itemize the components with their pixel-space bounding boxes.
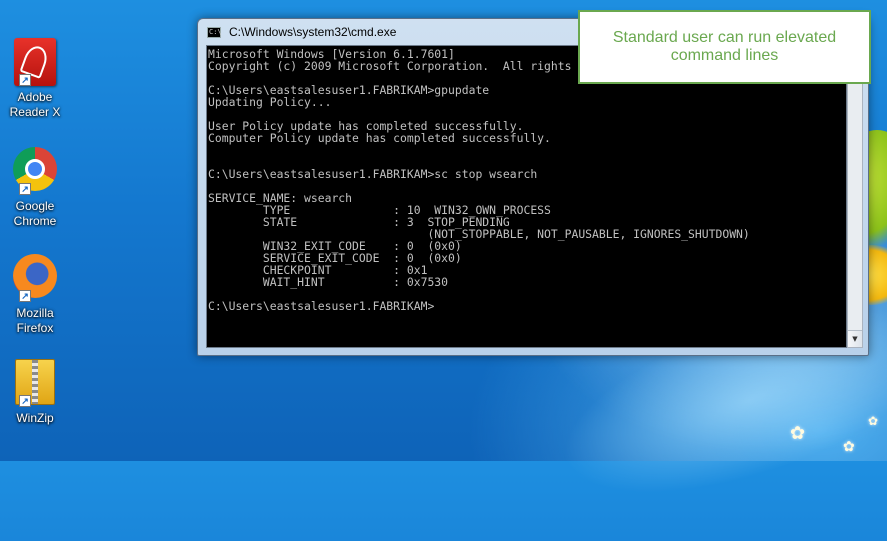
desktop-icon-mozilla-firefox[interactable]: ↗ Mozilla Firefox: [2, 252, 68, 336]
desktop-icon-adobe-reader[interactable]: ↗ Adobe Reader X: [2, 38, 68, 120]
wallpaper-flower: ✿: [790, 423, 806, 444]
console-line: WAIT_HINT : 0x7530: [262, 275, 449, 289]
vertical-scrollbar[interactable]: ▲ ▼: [847, 45, 863, 348]
desktop-icon-label: Firefox: [16, 321, 54, 335]
chrome-icon: ↗: [11, 147, 59, 195]
wallpaper-flower: ✿: [843, 439, 855, 455]
desktop-icon-label: Mozilla: [16, 306, 54, 320]
console-line: Computer Policy update has completed suc…: [208, 131, 551, 145]
callout-text-line1: Standard user can run elevated: [612, 29, 837, 46]
desktop-icon-label: Adobe: [17, 90, 53, 104]
desktop-icon-google-chrome[interactable]: ↗ Google Chrome: [2, 145, 68, 229]
console-line: C:\Users\eastsalesuser1.FABRIKAM>: [208, 299, 435, 313]
annotation-callout: Standard user can run elevated command l…: [578, 10, 871, 84]
shortcut-arrow-icon: ↗: [19, 183, 31, 195]
console-line: Updating Policy...: [208, 95, 332, 109]
wallpaper-flower: ✿: [868, 414, 879, 428]
desktop-icon-label: WinZip: [16, 411, 54, 425]
window-title: C:\Windows\system32\cmd.exe: [229, 25, 397, 39]
shortcut-arrow-icon: ↗: [19, 290, 31, 302]
winzip-icon: ↗: [11, 359, 59, 407]
firefox-icon: ↗: [11, 254, 59, 302]
cmd-icon[interactable]: C:\: [207, 27, 222, 38]
desktop-icon-winzip[interactable]: ↗ WinZip: [2, 359, 68, 426]
console-text: Microsoft Windows [Version 6.1.7601] Cop…: [207, 46, 846, 349]
shortcut-arrow-icon: ↗: [19, 395, 31, 407]
console-line: C:\Users\eastsalesuser1.FABRIKAM>sc stop…: [208, 167, 538, 181]
adobe-reader-icon: ↗: [11, 38, 59, 86]
console-output[interactable]: Microsoft Windows [Version 6.1.7601] Cop…: [206, 45, 847, 348]
shortcut-arrow-icon: ↗: [19, 74, 31, 86]
callout-text-line2: command lines: [670, 47, 779, 64]
console-line: Copyright (c) 2009 Microsoft Corporation…: [208, 59, 640, 73]
desktop-icon-label: Google: [15, 199, 55, 213]
desktop-icon-label: Reader X: [9, 105, 61, 119]
desktop-icon-label: Chrome: [13, 214, 57, 228]
scroll-down-icon[interactable]: ▼: [848, 330, 862, 347]
